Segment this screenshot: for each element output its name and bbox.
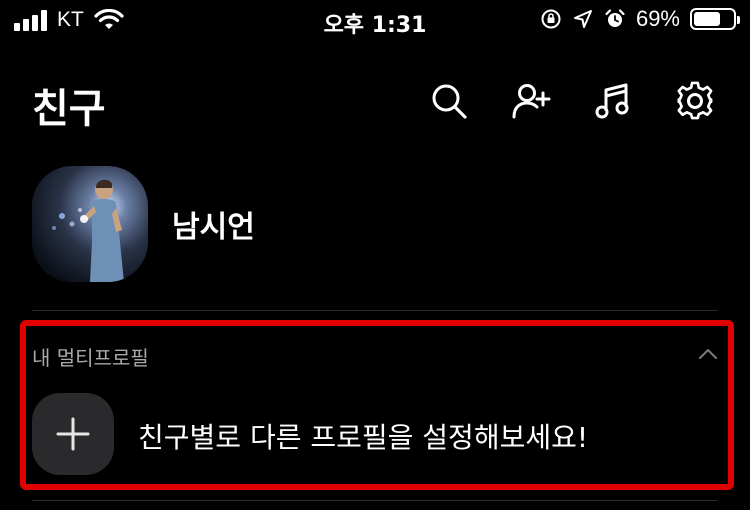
settings-icon [677,81,713,120]
divider [32,310,718,311]
page-title: 친구 [32,86,106,132]
add-multi-profile-button[interactable] [32,393,114,475]
status-right: 69% [540,6,740,32]
header-actions [428,80,716,122]
alarm-icon [605,9,625,27]
orientation-lock-icon [541,9,561,29]
battery-icon [690,8,740,30]
add-friend-icon [512,84,551,119]
avatar-photo [52,179,124,282]
music-button[interactable] [592,80,634,122]
status-bar: KT 오후 1:31 69% [0,0,750,40]
battery-percent: 69% [635,6,680,31]
search-icon [432,84,467,119]
section-label: 내 멀티프로필 [32,346,149,370]
avatar[interactable] [32,166,148,282]
profile-name: 남시언 [172,210,255,245]
settings-button[interactable] [674,80,716,122]
music-icon [595,83,629,119]
plus-icon [56,417,90,451]
my-profile-row[interactable]: 남시언 [32,166,255,282]
battery-fill [694,12,721,26]
chevron-up-icon[interactable] [698,344,718,364]
divider [32,500,718,501]
multi-profile-cta[interactable]: 친구별로 다른 프로필을 설정해보세요! [138,416,588,456]
location-icon [573,10,592,28]
search-button[interactable] [428,80,470,122]
friends-screen: KT 오후 1:31 69% 친구 남시언 내 멀티프로필 친구별로 다른 프로… [0,0,750,510]
add-friend-button[interactable] [510,80,552,122]
